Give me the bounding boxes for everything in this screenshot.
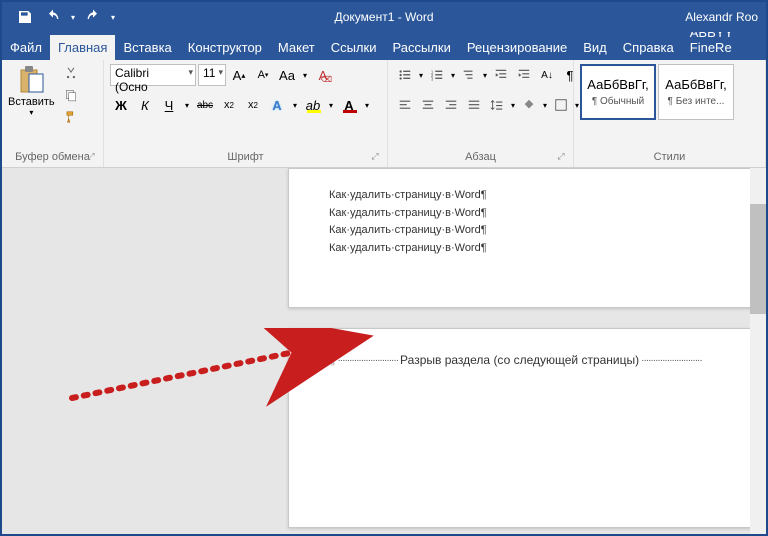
paragraph-label: Абзац⤢ [394,149,567,165]
subscript-button[interactable]: x2 [218,94,240,116]
paragraph-text: Как·удалить·страницу·в·Word¶ [329,205,725,223]
caret-icon[interactable]: ▾ [290,94,300,116]
group-clipboard: Вставить ▾ Буфер обмена⤢ [2,60,104,167]
caret-icon[interactable]: ▾ [481,64,489,86]
paste-label: Вставить [8,96,55,108]
font-label: Шрифт⤢ [110,149,381,165]
svg-text:3: 3 [431,76,434,81]
page-2[interactable]: ¶ ·························· Разрыв разд… [288,328,766,528]
scrollbar-thumb[interactable] [750,204,766,314]
style-normal[interactable]: АаБбВвГг, ¶ Обычный [580,64,656,120]
strike-button[interactable]: abc [194,94,216,116]
caret-icon[interactable]: ▾ [509,94,517,116]
redo-icon[interactable] [80,4,106,30]
group-paragraph: ▾ 123 ▾ ▾ A↓ ¶ ▾ ▾ ▾ ¶ [388,60,574,167]
bold-button[interactable]: Ж [110,94,132,116]
quick-access-toolbar: ▾ ▾ [2,4,118,30]
save-icon[interactable] [12,4,38,30]
tab-mailings[interactable]: Рассылки [384,35,458,60]
caret-icon[interactable]: ▾ [417,64,425,86]
clipboard-launcher-icon[interactable]: ⤢ [85,151,97,163]
undo-dropdown-icon[interactable]: ▾ [68,4,78,30]
underline-button[interactable]: Ч [158,94,180,116]
paragraph-text: Как·удалить·страницу·в·Word¶ [329,222,725,240]
font-color-icon[interactable]: A [338,94,360,116]
ribbon: Вставить ▾ Буфер обмена⤢ Calibri (Осно 1… [2,60,766,168]
page-1[interactable]: Как·удалить·страницу·в·Word¶ Как·удалить… [288,168,766,308]
ribbon-tabs: Файл Главная Вставка Конструктор Макет С… [2,32,766,60]
caret-icon[interactable]: ▾ [326,94,336,116]
grow-font-icon[interactable]: A▴ [228,64,250,86]
user-name: Alexandr Roo [685,10,766,24]
shrink-font-icon[interactable]: A▾ [252,64,274,86]
text-effects-icon[interactable]: A [266,94,288,116]
justify-icon[interactable] [463,94,485,116]
paragraph-text: Как·удалить·страницу·в·Word¶ [329,240,725,258]
tab-review[interactable]: Рецензирование [459,35,575,60]
copy-icon[interactable] [61,86,81,104]
multilevel-icon[interactable] [458,64,480,86]
paste-button[interactable]: Вставить ▾ [8,64,55,117]
numbering-icon[interactable]: 123 [426,64,448,86]
caret-icon[interactable]: ▾ [449,64,457,86]
font-launcher-icon[interactable]: ⤢ [369,151,381,163]
caret-icon[interactable]: ▾ [182,94,192,116]
clear-format-icon[interactable]: A⌫ [312,64,334,86]
title-bar: ▾ ▾ Документ1 - Word Alexandr Roo [2,2,766,32]
qat-customize-icon[interactable]: ▾ [108,4,118,30]
sort-icon[interactable]: A↓ [536,64,558,86]
caret-icon[interactable]: ▾ [541,94,549,116]
group-font: Calibri (Осно 11 A▴ A▾ Aa ▾ A⌫ Ж К Ч ▾ a… [104,60,388,167]
tab-file[interactable]: Файл [2,35,50,60]
bullets-icon[interactable] [394,64,416,86]
style-no-spacing[interactable]: АаБбВвГг, ¶ Без инте... [658,64,734,120]
paragraph-text: Как·удалить·страницу·в·Word¶ [329,187,725,205]
tab-layout[interactable]: Макет [270,35,323,60]
tab-insert[interactable]: Вставка [115,35,179,60]
tab-design[interactable]: Конструктор [180,35,270,60]
caret-icon[interactable]: ▾ [362,94,372,116]
document-area: Как·удалить·страницу·в·Word¶ Как·удалить… [2,168,766,534]
section-break: ¶ ·························· Разрыв разд… [329,353,725,367]
tab-help[interactable]: Справка [615,35,682,60]
align-center-icon[interactable] [417,94,439,116]
font-name-select[interactable]: Calibri (Осно [110,64,196,86]
font-size-select[interactable]: 11 [198,64,226,86]
highlight-icon[interactable]: ab [302,94,324,116]
clipboard-label: Буфер обмена⤢ [8,149,97,165]
increase-indent-icon[interactable] [513,64,535,86]
decrease-indent-icon[interactable] [490,64,512,86]
shading-icon[interactable] [518,94,540,116]
tab-references[interactable]: Ссылки [323,35,385,60]
undo-icon[interactable] [40,4,66,30]
vertical-scrollbar[interactable] [750,168,766,534]
italic-button[interactable]: К [134,94,156,116]
align-left-icon[interactable] [394,94,416,116]
styles-label: Стили [580,149,759,165]
tab-home[interactable]: Главная [50,35,115,60]
change-case-icon[interactable]: Aa [276,64,298,86]
align-right-icon[interactable] [440,94,462,116]
section-break-label: Разрыв раздела (со следующей страницы) [400,353,639,367]
cut-icon[interactable] [61,64,81,82]
caret-icon[interactable]: ▾ [300,64,310,86]
tab-view[interactable]: Вид [575,35,615,60]
group-styles: АаБбВвГг, ¶ Обычный АаБбВвГг, ¶ Без инте… [574,60,766,167]
format-painter-icon[interactable] [61,108,81,126]
line-spacing-icon[interactable] [486,94,508,116]
paragraph-launcher-icon[interactable]: ⤢ [555,151,567,163]
borders-icon[interactable] [550,94,572,116]
window-title: Документ1 - Word [334,10,433,24]
superscript-button[interactable]: x2 [242,94,264,116]
